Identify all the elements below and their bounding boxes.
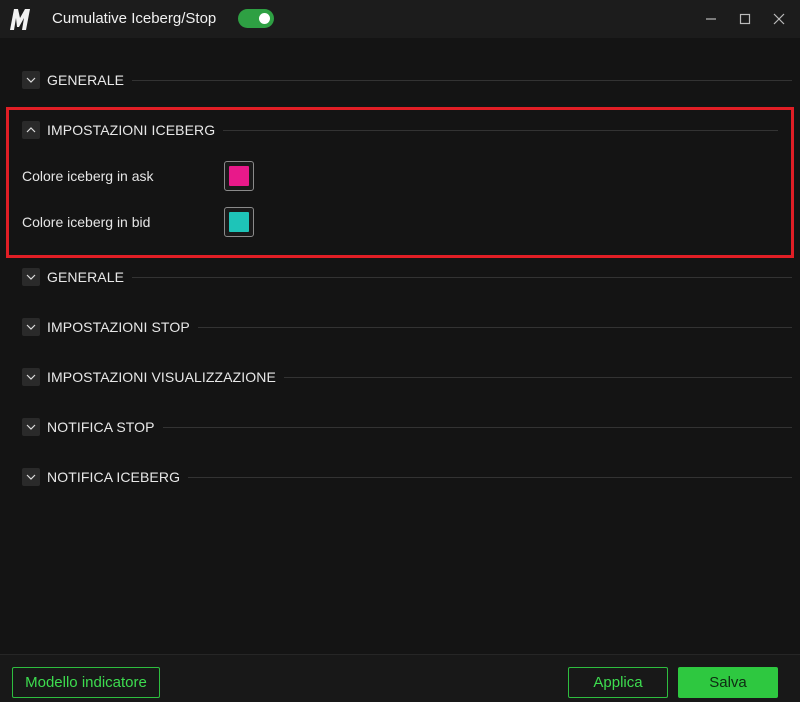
footer-bar: Modello indicatore Applica Salva	[0, 654, 800, 702]
minimize-button[interactable]	[698, 6, 724, 32]
close-button[interactable]	[766, 6, 792, 32]
toggle-knob	[259, 13, 270, 24]
section-impostazioni-stop[interactable]: IMPOSTAZIONI STOP	[22, 317, 792, 337]
apply-button[interactable]: Applica	[568, 667, 668, 698]
section-label: IMPOSTAZIONI STOP	[47, 319, 190, 335]
section-divider	[162, 426, 792, 428]
template-button[interactable]: Modello indicatore	[12, 667, 160, 698]
save-button[interactable]: Salva	[678, 667, 778, 698]
section-divider	[197, 326, 792, 328]
section-divider	[283, 376, 792, 378]
section-divider	[132, 276, 792, 278]
maximize-button[interactable]	[732, 6, 758, 32]
section-generale-top[interactable]: GENERALE	[22, 70, 792, 90]
section-notifica-iceberg[interactable]: NOTIFICA ICEBERG	[22, 467, 792, 487]
section-generale[interactable]: GENERALE	[22, 267, 792, 287]
minimize-icon	[706, 18, 716, 20]
bid-color-swatch	[229, 212, 249, 232]
section-label: GENERALE	[47, 269, 125, 285]
bid-color-label: Colore iceberg in bid	[22, 214, 151, 230]
section-label: IMPOSTAZIONI VISUALIZZAZIONE	[47, 369, 276, 385]
ask-color-picker[interactable]	[224, 161, 254, 191]
section-impostazioni-iceberg[interactable]: IMPOSTAZIONI ICEBERG	[22, 120, 792, 140]
app-logo-icon	[8, 6, 32, 32]
settings-window: Cumulative Iceberg/Stop GENERALE IMPOSTA…	[0, 0, 800, 702]
section-divider	[132, 79, 792, 81]
maximize-icon	[739, 13, 751, 25]
chevron-down-icon	[22, 368, 40, 386]
chevron-down-icon	[22, 468, 40, 486]
section-divider	[223, 129, 778, 131]
bid-color-row: Colore iceberg in bid	[22, 207, 254, 237]
chevron-down-icon	[22, 418, 40, 436]
section-label: IMPOSTAZIONI ICEBERG	[47, 122, 216, 138]
chevron-down-icon	[22, 318, 40, 336]
window-title: Cumulative Iceberg/Stop	[52, 10, 217, 27]
chevron-down-icon	[22, 268, 40, 286]
bid-color-picker[interactable]	[224, 207, 254, 237]
section-notifica-stop[interactable]: NOTIFICA STOP	[22, 417, 792, 437]
indicator-enable-toggle[interactable]	[238, 9, 274, 28]
ask-color-row: Colore iceberg in ask	[22, 161, 254, 191]
section-impostazioni-visualizzazione[interactable]: IMPOSTAZIONI VISUALIZZAZIONE	[22, 367, 792, 387]
ask-color-swatch	[229, 166, 249, 186]
section-divider	[188, 476, 792, 478]
title-bar: Cumulative Iceberg/Stop	[0, 0, 800, 38]
section-label: NOTIFICA STOP	[47, 419, 155, 435]
chevron-up-icon	[22, 121, 40, 139]
ask-color-label: Colore iceberg in ask	[22, 168, 154, 184]
section-label: GENERALE	[47, 72, 125, 88]
section-label: NOTIFICA ICEBERG	[47, 469, 181, 485]
chevron-down-icon	[22, 71, 40, 89]
close-icon	[773, 13, 785, 25]
